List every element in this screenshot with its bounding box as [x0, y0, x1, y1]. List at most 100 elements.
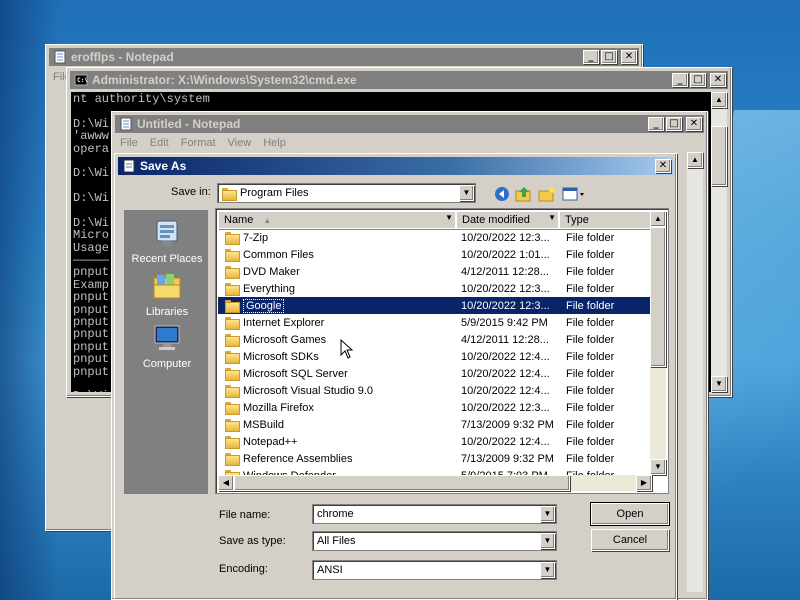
file-row[interactable]: Microsoft SDKs 10/20/2022 12:4... File fol…	[218, 348, 652, 365]
maximize-button[interactable]: □	[690, 73, 706, 87]
place-computer[interactable]: Computer	[125, 322, 209, 370]
file-row[interactable]: 7-Zip 10/20/2022 12:3... File folder	[218, 229, 652, 246]
scroll-thumb[interactable]	[234, 475, 570, 491]
menu-edit[interactable]: Edit	[144, 137, 175, 149]
file-row[interactable]: MSBuild 7/13/2009 9:32 PM File folder	[218, 416, 652, 433]
file-name-text: Google	[243, 298, 285, 313]
place-label: Recent Places	[131, 253, 203, 265]
file-list-hscroll[interactable]: ◀ ▶	[218, 475, 652, 491]
file-date-cell: 10/20/2022 12:3...	[461, 231, 550, 244]
file-row[interactable]: Common Files 10/20/2022 1:01... File folde…	[218, 246, 652, 263]
save-in-combo[interactable]: Program Files ▼	[217, 183, 476, 203]
minimize-button[interactable]: _	[672, 73, 688, 87]
folder-icon	[225, 334, 240, 347]
file-row[interactable]: Reference Assemblies 7/13/2009 9:32 PM Fil…	[218, 450, 652, 467]
console-line: nt authority\system	[73, 92, 210, 106]
cmd-titlebar[interactable]: C:\ Administrator: X:\Windows\System32\c…	[70, 71, 728, 89]
place-libraries[interactable]: Libraries	[125, 270, 209, 318]
place-recent-places[interactable]: Recent Places	[125, 217, 209, 265]
close-button[interactable]: ✕	[686, 117, 702, 131]
chevron-down-icon[interactable]: ▼	[540, 562, 555, 578]
file-row[interactable]: Microsoft Games 4/12/2011 12:28... File fo…	[218, 331, 652, 348]
file-name-label: File name:	[219, 509, 271, 521]
file-row[interactable]: Microsoft SQL Server 10/20/2022 12:4... Fi…	[218, 365, 652, 382]
close-button[interactable]: ✕	[621, 50, 637, 64]
scroll-right-icon[interactable]: ▶	[636, 475, 652, 491]
view-menu-button[interactable]	[561, 184, 587, 204]
close-button[interactable]: ✕	[710, 73, 726, 87]
chevron-down-icon[interactable]: ▼	[540, 506, 555, 522]
file-name-text: Microsoft SDKs	[243, 350, 319, 363]
file-name-cell: Microsoft SQL Server	[225, 368, 348, 381]
file-date-cell: 10/20/2022 12:4...	[461, 384, 550, 397]
scroll-down-icon[interactable]: ▼	[650, 459, 666, 475]
file-row[interactable]: Microsoft Visual Studio 9.0 10/20/2022 12…	[218, 382, 652, 399]
file-name-cell: DVD Maker	[225, 266, 300, 279]
folder-icon	[225, 368, 240, 381]
file-row[interactable]: Mozilla Firefox 10/20/2022 12:3... File fo…	[218, 399, 652, 416]
encoding-select[interactable]: ANSI ▼	[312, 560, 557, 580]
scroll-up-icon[interactable]: ▲	[711, 92, 727, 108]
file-date-cell: 4/12/2011 12:28...	[461, 333, 549, 346]
notepad-back-titlebar[interactable]: erofflps - Notepad _ □ ✕	[49, 48, 639, 66]
maximize-button[interactable]: □	[666, 117, 682, 131]
notepad-scrollbar[interactable]: ▲	[687, 152, 703, 592]
file-date-cell: 7/13/2009 9:32 PM	[461, 418, 554, 431]
maximize-button[interactable]: □	[601, 50, 617, 64]
save-as-type-label: Save as type:	[219, 535, 286, 547]
file-row[interactable]: DVD Maker 4/12/2011 12:28... File folder	[218, 263, 652, 280]
chevron-down-icon[interactable]: ▼	[459, 185, 474, 201]
menu-file[interactable]: File	[116, 137, 144, 149]
file-list[interactable]: Name ▲ ▼ Date modified ▼ Type 7-Zip 10/20…	[215, 208, 669, 494]
back-arrow-icon	[495, 187, 509, 201]
file-date-cell: 10/20/2022 12:4...	[461, 350, 550, 363]
encoding-label: Encoding:	[219, 563, 268, 575]
place-label: Computer	[142, 358, 192, 370]
menu-view[interactable]: View	[222, 137, 258, 149]
scroll-up-icon[interactable]: ▲	[687, 152, 703, 168]
cmd-scrollbar[interactable]: ▲ ▼	[711, 92, 727, 392]
places-bar: Recent Places Libraries Computer	[124, 210, 208, 494]
file-row[interactable]: Everything 10/20/2022 12:3... File folder	[218, 280, 652, 297]
file-row[interactable]: Google 10/20/2022 12:3... File folder	[218, 297, 652, 314]
folder-icon	[225, 385, 240, 398]
menu-help[interactable]: Help	[257, 137, 292, 149]
minimize-button[interactable]: _	[583, 50, 599, 64]
cancel-button[interactable]: Cancel	[591, 529, 669, 551]
folder-icon	[225, 436, 240, 449]
file-type-cell: File folder	[566, 282, 615, 295]
file-type-cell: File folder	[566, 435, 615, 448]
file-row[interactable]: Notepad++ 10/20/2022 12:4... File folder	[218, 433, 652, 450]
file-name-text: Microsoft Visual Studio 9.0	[243, 384, 374, 397]
file-row[interactable]: Internet Explorer 5/9/2015 9:42 PM File fo…	[218, 314, 652, 331]
save-as-titlebar[interactable]: Save As ✕	[118, 157, 673, 175]
back-button[interactable]	[492, 184, 512, 204]
scroll-thumb[interactable]	[650, 227, 666, 367]
scroll-thumb[interactable]	[711, 126, 727, 186]
folder-icon	[225, 266, 240, 279]
column-header-name[interactable]: Name ▲ ▼	[218, 211, 456, 229]
file-list-vscroll[interactable]: ▲ ▼	[650, 211, 666, 475]
chevron-down-icon[interactable]: ▼	[540, 533, 555, 549]
notepad-icon	[54, 50, 66, 64]
file-name-field[interactable]: chrome ▼	[312, 504, 557, 524]
save-as-type-select[interactable]: All Files ▼	[312, 531, 557, 551]
folder-icon	[225, 317, 240, 330]
close-button[interactable]: ✕	[655, 159, 671, 173]
chevron-down-icon[interactable]: ▼	[445, 213, 453, 222]
open-button[interactable]: Open	[590, 502, 670, 526]
scroll-down-icon[interactable]: ▼	[711, 376, 727, 392]
up-folder-button[interactable]	[514, 184, 534, 204]
menu-format[interactable]: Format	[175, 137, 222, 149]
column-header-type[interactable]: Type	[559, 211, 652, 229]
scroll-left-icon[interactable]: ◀	[218, 475, 234, 491]
column-header-date[interactable]: Date modified ▼	[456, 211, 559, 229]
new-folder-button[interactable]	[537, 184, 557, 204]
minimize-button[interactable]: _	[648, 117, 664, 131]
notepad-untitled-titlebar[interactable]: Untitled - Notepad _ □ ✕	[115, 115, 704, 133]
file-name-cell: Google	[225, 298, 285, 313]
folder-icon	[225, 300, 240, 313]
scroll-up-icon[interactable]: ▲	[650, 211, 666, 227]
chevron-down-icon[interactable]: ▼	[548, 213, 556, 222]
file-name-cell: Everything	[225, 283, 295, 296]
